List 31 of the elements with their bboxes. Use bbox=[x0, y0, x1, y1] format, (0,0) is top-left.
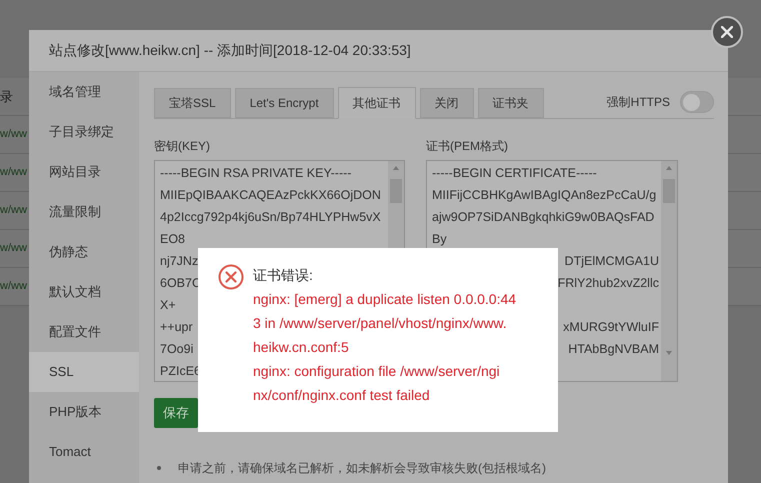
key-line: ++upr bbox=[160, 319, 193, 336]
key-line: nj7JNz bbox=[160, 253, 198, 270]
popup-title: 证书错误: bbox=[253, 266, 314, 285]
key-line: 4p2Iccg792p4kj6uSn/Bp74HLYPHw5vX bbox=[160, 209, 381, 226]
key-line: 6OB7C bbox=[160, 275, 201, 292]
background-row-text: w/ww bbox=[0, 279, 27, 294]
force-https-label: 强制HTTPS bbox=[606, 94, 670, 111]
key-line: MIIEpQIBAAKCAQEAzPckKX66OjDON bbox=[160, 187, 381, 204]
background-row-text: w/ww bbox=[0, 203, 27, 218]
certificate-line: HTAbBgNVBAM bbox=[568, 341, 659, 358]
certificate-line: ajw9OP7SiDANBgkqhkiG9w0BAQsFAD bbox=[432, 209, 654, 226]
background-row-text: w/ww bbox=[0, 165, 27, 180]
certificate-label: 证书(PEM格式) bbox=[426, 139, 509, 153]
certificate-line: DTjElMCMGA1U bbox=[564, 253, 659, 270]
key-line: 7Oo9i bbox=[160, 341, 194, 358]
certificate-line: MIIFijCCBHKgAwIBAgIQAn8ezPcCaU/g bbox=[432, 187, 656, 204]
background-row-text: w/ww bbox=[0, 241, 27, 256]
certificate-line: By bbox=[432, 231, 447, 248]
error-message-line: heikw.cn.conf:5 bbox=[253, 338, 350, 357]
key-label: 密钥(KEY) bbox=[154, 139, 212, 153]
key-line: -----BEGIN RSA PRIVATE KEY----- bbox=[160, 165, 352, 182]
background-row-text: 录 bbox=[0, 88, 13, 106]
certificate-line: -----BEGIN CERTIFICATE----- bbox=[432, 165, 597, 182]
key-line: EO8 bbox=[160, 231, 186, 248]
error-message-line: nx/conf/nginx.conf test failed bbox=[253, 386, 431, 405]
certificate-line: xMURG9tYWluIF bbox=[563, 319, 659, 336]
certificate-line: FRlY2hub2xvZ2llc bbox=[558, 275, 659, 292]
dialog-title: 站点修改[www.heikw.cn] -- 添加时间[2018-12-04 20:33:53] bbox=[49, 41, 411, 60]
note-text: 申请之前，请确保域名已解析，如未解析会导致审核失败(包括根域名) bbox=[178, 460, 546, 477]
background-row-text: w/ww bbox=[0, 127, 27, 142]
key-line: X+ bbox=[160, 297, 176, 314]
